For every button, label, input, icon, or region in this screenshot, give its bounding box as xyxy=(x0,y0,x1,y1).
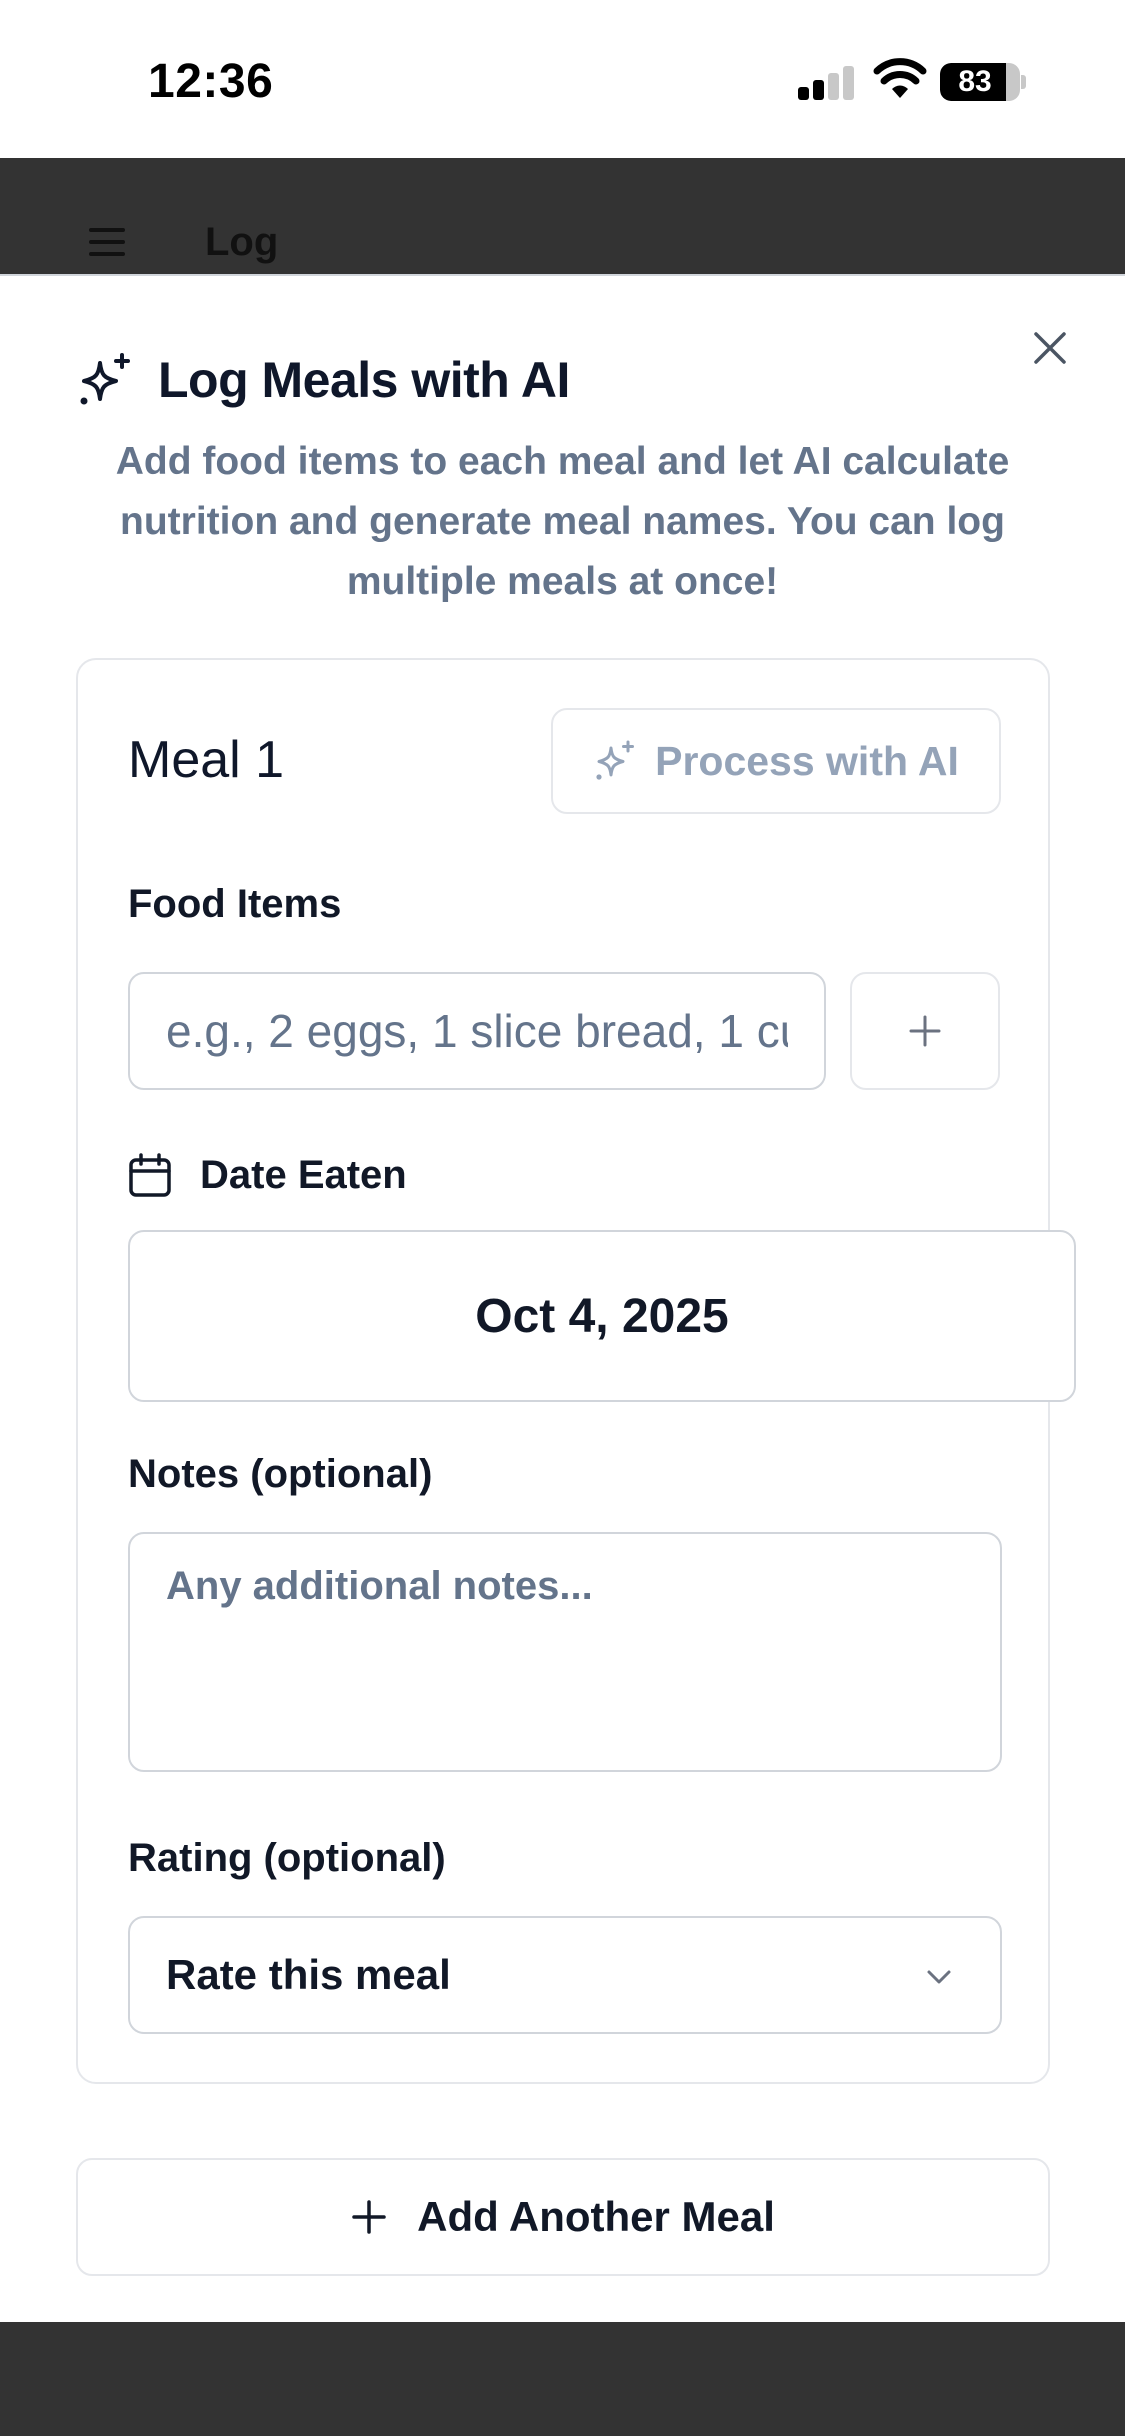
rating-select-value: Rate this meal xyxy=(166,1951,451,1998)
plus-icon xyxy=(909,1015,941,1047)
process-with-ai-button[interactable]: Process with AI xyxy=(551,708,1001,814)
sparkles-icon xyxy=(596,740,635,780)
meal-card: Meal 1 Process with AI Food Items Date E… xyxy=(76,658,1076,2084)
hamburger-menu-icon[interactable] xyxy=(89,228,125,256)
add-food-item-button[interactable] xyxy=(850,972,1000,1090)
process-button-label: Process with AI xyxy=(655,737,959,784)
app-title: Log xyxy=(205,220,279,264)
bottom-overlay xyxy=(0,2322,1125,2436)
date-eaten-label-row: Date Eaten xyxy=(128,1150,407,1200)
wifi-icon xyxy=(873,58,927,98)
meal-title: Meal 1 xyxy=(128,731,285,789)
app-bar: Log xyxy=(0,158,1125,276)
food-items-input[interactable] xyxy=(128,972,826,1090)
sparkles-icon xyxy=(80,353,130,405)
food-items-label: Food Items xyxy=(128,882,342,926)
calendar-icon xyxy=(129,1153,171,1197)
add-another-meal-button[interactable]: Add Another Meal xyxy=(76,2158,1050,2276)
notes-textarea[interactable] xyxy=(128,1532,1002,1772)
cellular-signal-icon xyxy=(798,64,854,100)
battery-icon: 83 xyxy=(940,63,1020,101)
status-time: 12:36 xyxy=(148,55,274,108)
chevron-down-icon xyxy=(927,1970,951,1984)
rating-select[interactable]: Rate this meal xyxy=(128,1916,1002,2034)
notes-label: Notes (optional) xyxy=(128,1452,433,1496)
log-meals-dialog: Log Meals with AI Add food items to each… xyxy=(0,274,1125,2322)
add-another-meal-label: Add Another Meal xyxy=(417,2193,775,2240)
date-eaten-label: Date Eaten xyxy=(200,1152,407,1197)
battery-nub xyxy=(1021,75,1026,89)
dialog-description: Add food items to each meal and let AI c… xyxy=(115,440,1010,603)
rating-label: Rating (optional) xyxy=(128,1836,446,1880)
status-bar: 12:36 83 xyxy=(0,0,1125,158)
battery-level: 83 xyxy=(958,65,992,98)
plus-icon xyxy=(352,2200,386,2234)
dialog-header: Log Meals with AI xyxy=(76,350,570,410)
close-icon[interactable] xyxy=(1030,328,1070,368)
dialog-title: Log Meals with AI xyxy=(158,352,570,408)
date-picker-button[interactable]: Oct 4, 2025 xyxy=(128,1230,1076,1402)
